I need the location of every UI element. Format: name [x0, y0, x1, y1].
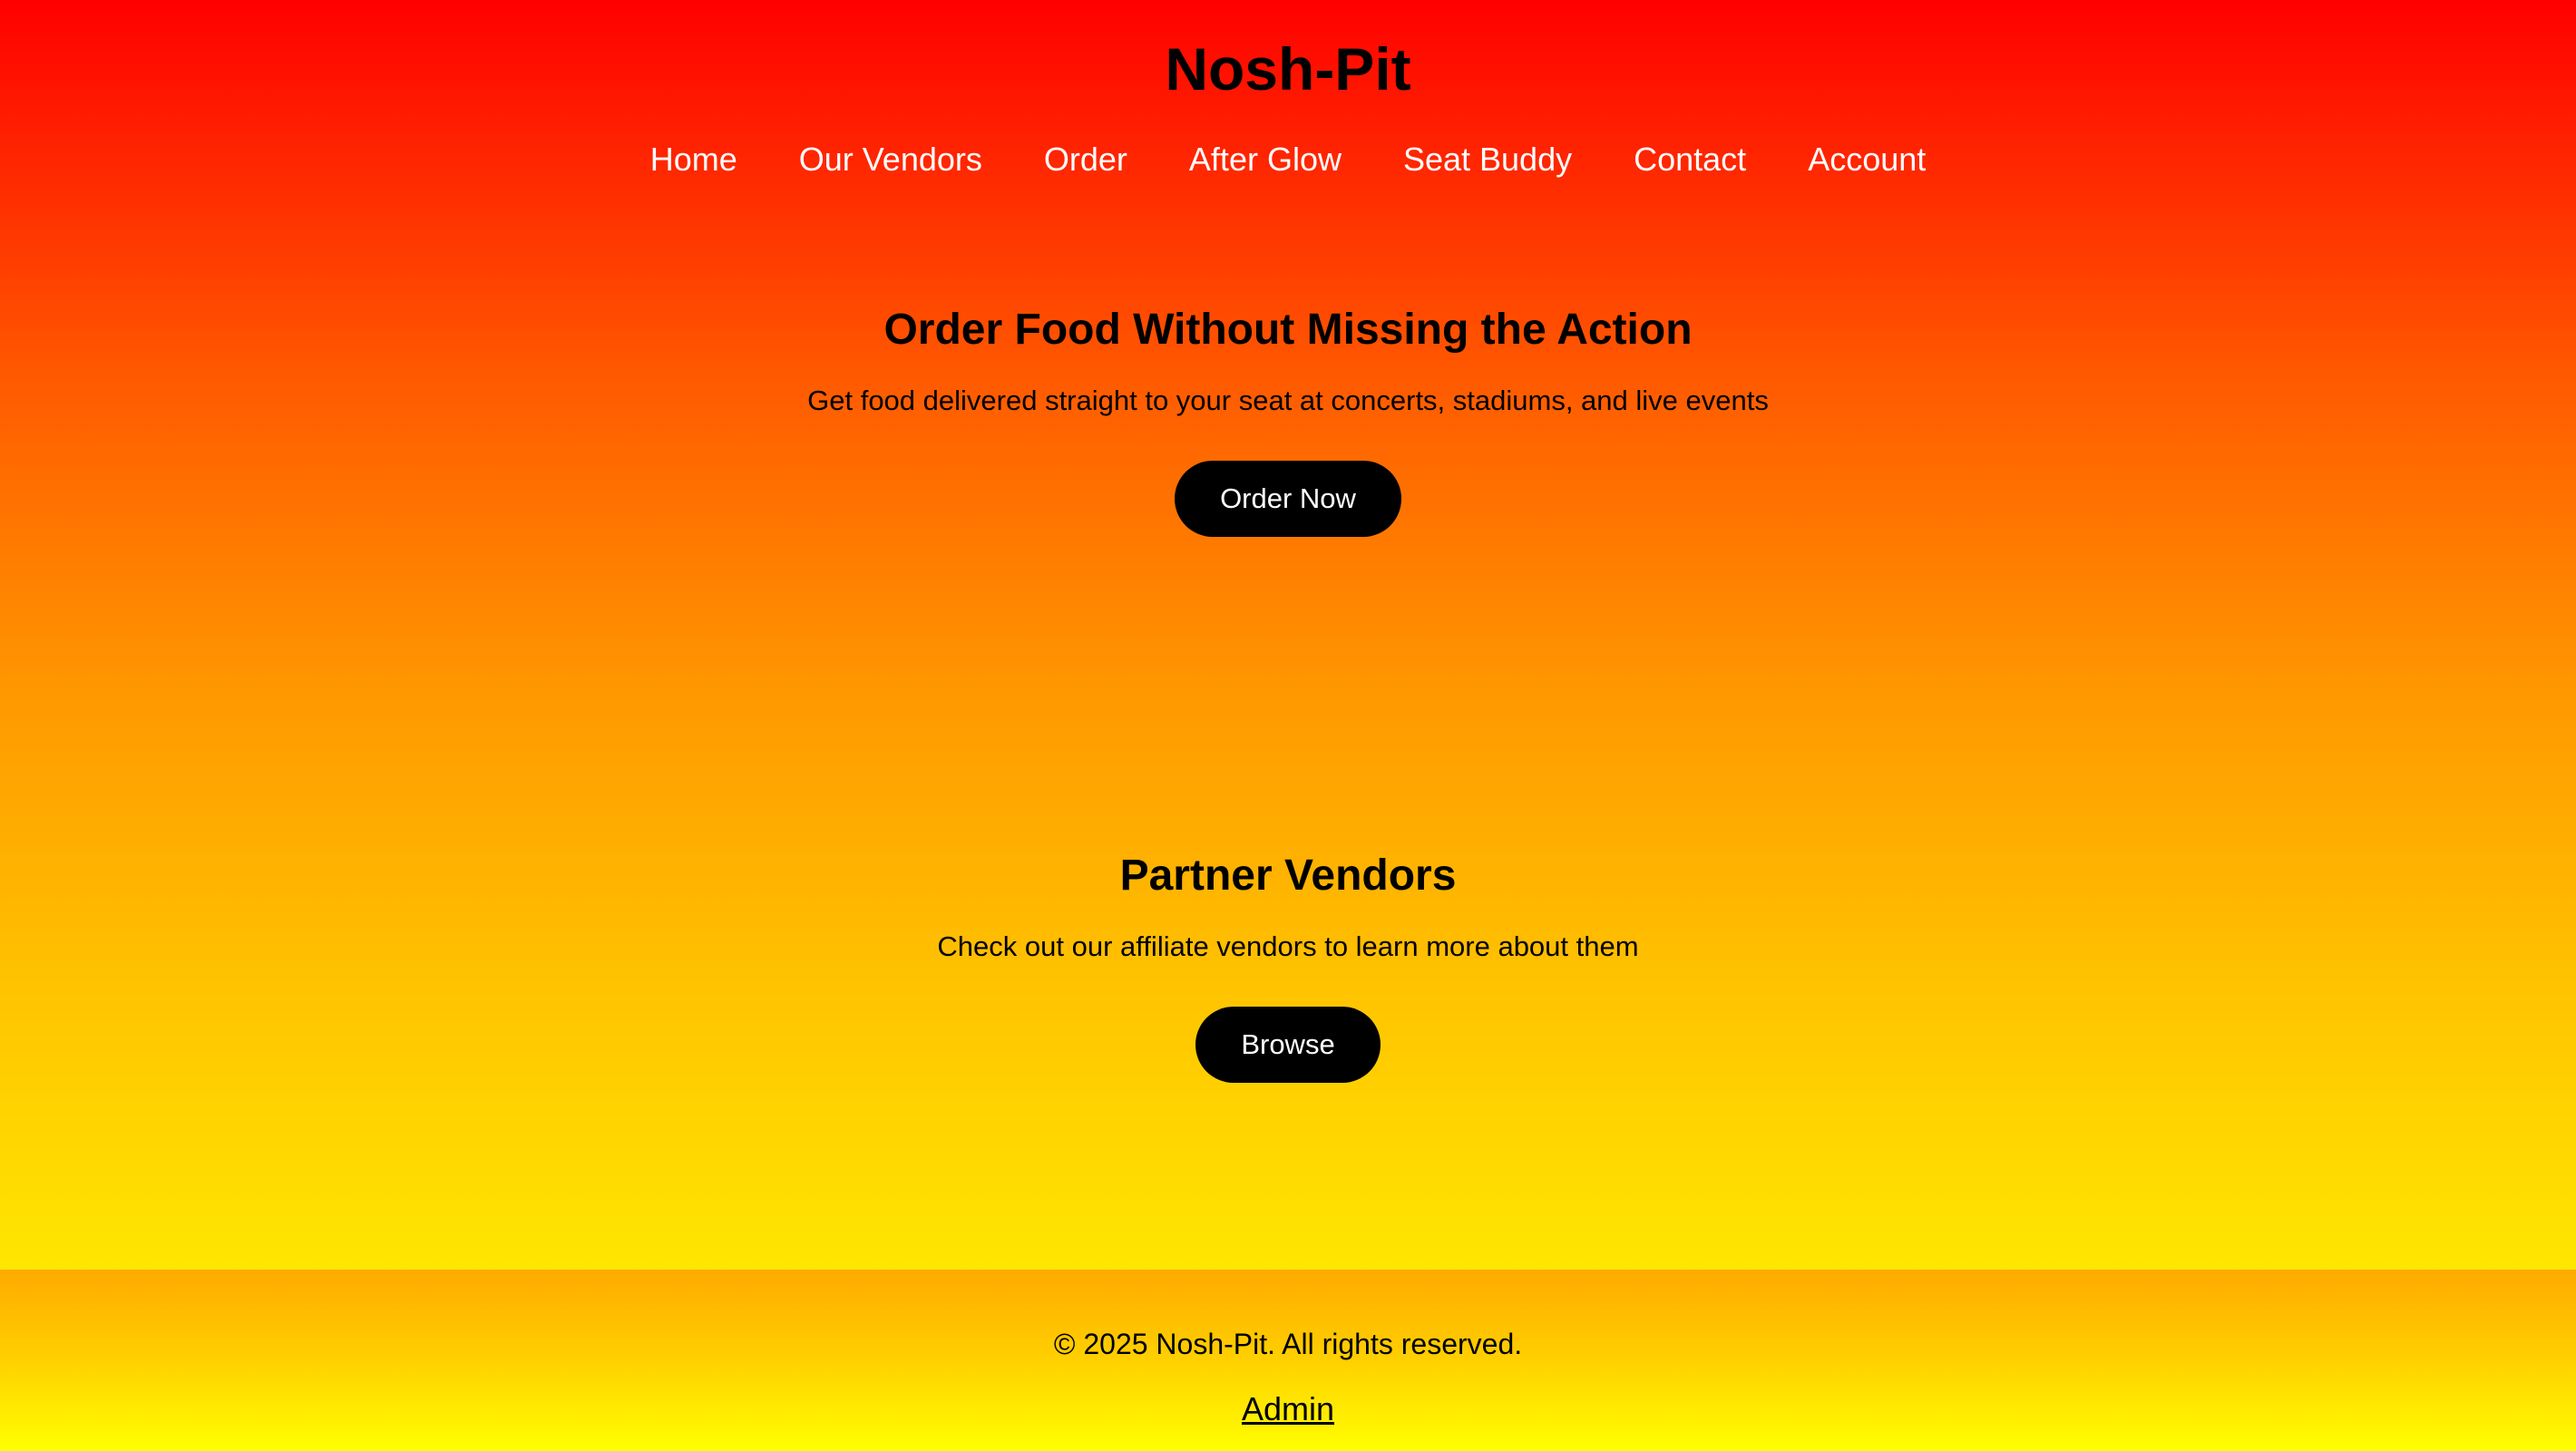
main-nav: Home Our Vendors Order After Glow Seat B… [0, 136, 2576, 183]
nav-item-contact[interactable]: Contact [1603, 136, 1777, 183]
browse-button[interactable]: Browse [1195, 1007, 1381, 1083]
vendors-subtext: Check out our affiliate vendors to learn… [937, 930, 1639, 962]
site-title: Nosh-Pit [1165, 35, 1411, 102]
footer: © 2025 Nosh-Pit. All rights reserved. Ad… [0, 1270, 2576, 1451]
admin-link[interactable]: Admin [1242, 1390, 1334, 1427]
admin-link-container: Admin [0, 1388, 2576, 1431]
nav-item-after-glow[interactable]: After Glow [1158, 136, 1372, 183]
nav-item-seat-buddy[interactable]: Seat Buddy [1372, 136, 1603, 183]
hero-section: Order Food Without Missing the Action Ge… [0, 303, 2576, 537]
nav-item-account[interactable]: Account [1777, 136, 1956, 183]
order-now-button[interactable]: Order Now [1175, 461, 1401, 537]
nav-item-order[interactable]: Order [1013, 136, 1158, 183]
nav-item-home[interactable]: Home [620, 136, 768, 183]
copyright-text: © 2025 Nosh-Pit. All rights reserved. [1053, 1328, 1523, 1360]
vendors-heading: Partner Vendors [1119, 852, 1457, 900]
page-background: Nosh-Pit Home Our Vendors Order After Gl… [0, 0, 2576, 1270]
hero-subtext: Get food delivered straight to your seat… [807, 385, 1769, 416]
hero-heading: Order Food Without Missing the Action [883, 306, 1693, 354]
vendors-section: Partner Vendors Check out our affiliate … [0, 849, 2576, 1083]
nav-item-our-vendors[interactable]: Our Vendors [768, 136, 1013, 183]
